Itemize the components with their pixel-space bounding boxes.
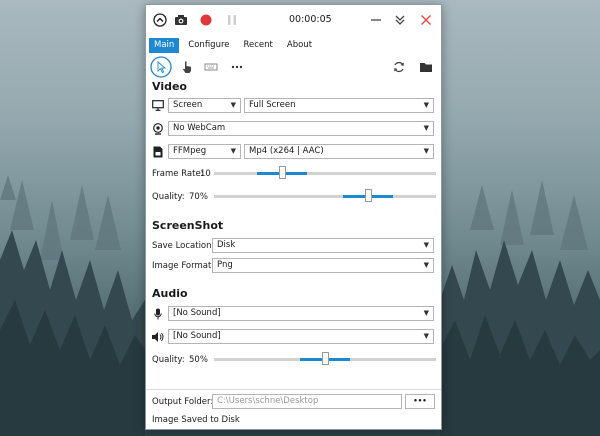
frame-rate-track bbox=[214, 172, 436, 175]
audio-quality-label: Quality: bbox=[152, 355, 185, 365]
collapse-icon[interactable] bbox=[392, 12, 408, 28]
microphone-select[interactable]: [No Sound] ▼ bbox=[168, 306, 434, 321]
video-heading: Video bbox=[152, 80, 187, 93]
video-source-value: Screen bbox=[173, 100, 203, 110]
chevron-down-icon: ▼ bbox=[230, 101, 236, 109]
recording-timer: 00:00:05 bbox=[289, 14, 332, 25]
tab-recent[interactable]: Recent bbox=[239, 38, 278, 53]
audio-quality-value: 50% bbox=[189, 355, 208, 365]
chevron-down-icon: ▼ bbox=[423, 124, 429, 132]
webcam-select[interactable]: No WebCam ▼ bbox=[168, 121, 434, 136]
chevron-down-icon: ▼ bbox=[423, 241, 429, 249]
more-icon[interactable] bbox=[230, 60, 244, 74]
speaker-value: [No Sound] bbox=[173, 331, 221, 341]
footer-divider bbox=[146, 389, 441, 390]
folder-icon[interactable] bbox=[419, 60, 433, 74]
save-location-label: Save Location: bbox=[152, 241, 215, 251]
image-format-label: Image Format: bbox=[152, 261, 215, 271]
click-icon[interactable] bbox=[180, 60, 194, 74]
menu-bar: Main Configure Recent About bbox=[149, 38, 321, 53]
toolbar bbox=[146, 55, 441, 81]
recorder-window: 00:00:05 Main Configure Recent About Vid… bbox=[145, 4, 442, 430]
image-format-select[interactable]: Png ▼ bbox=[212, 258, 434, 273]
chevron-down-icon: ▼ bbox=[423, 332, 429, 340]
tab-about[interactable]: About bbox=[282, 38, 317, 53]
camera-icon[interactable] bbox=[172, 12, 190, 28]
video-quality-slider[interactable] bbox=[214, 188, 436, 204]
tab-main[interactable]: Main bbox=[149, 38, 180, 53]
audio-heading: Audio bbox=[152, 287, 188, 300]
video-quality-track bbox=[214, 195, 436, 198]
keyboard-icon[interactable] bbox=[204, 62, 218, 72]
close-icon[interactable] bbox=[418, 12, 434, 28]
microphone-icon bbox=[154, 308, 162, 323]
file-icon bbox=[153, 146, 163, 161]
frame-rate-slider[interactable] bbox=[214, 165, 436, 181]
output-folder-value: C:\Users\schne\Desktop bbox=[217, 396, 319, 406]
save-location-select[interactable]: Disk ▼ bbox=[212, 238, 434, 253]
output-folder-label: Output Folder: bbox=[152, 397, 214, 407]
output-folder-field[interactable]: C:\Users\schne\Desktop bbox=[212, 394, 402, 409]
expand-up-icon[interactable] bbox=[152, 12, 168, 28]
cursor-icon[interactable] bbox=[150, 56, 172, 78]
video-quality-thumb[interactable] bbox=[365, 189, 372, 202]
video-codec-select[interactable]: Mp4 (x264 | AAC) ▼ bbox=[244, 144, 434, 159]
video-source-select[interactable]: Screen ▼ bbox=[168, 98, 241, 113]
microphone-value: [No Sound] bbox=[173, 308, 221, 318]
video-codec-value: Mp4 (x264 | AAC) bbox=[249, 146, 324, 156]
video-writer-value: FFMpeg bbox=[173, 146, 207, 156]
webcam-value: No WebCam bbox=[173, 123, 226, 133]
chevron-down-icon: ▼ bbox=[423, 261, 429, 269]
frame-rate-value: 10 bbox=[200, 169, 211, 179]
frame-rate-thumb[interactable] bbox=[279, 166, 286, 179]
video-quality-value: 70% bbox=[189, 192, 208, 202]
chevron-down-icon: ▼ bbox=[230, 147, 236, 155]
video-writer-select[interactable]: FFMpeg ▼ bbox=[168, 144, 241, 159]
chevron-down-icon: ▼ bbox=[423, 309, 429, 317]
save-location-value: Disk bbox=[217, 240, 236, 250]
audio-quality-thumb[interactable] bbox=[322, 352, 329, 365]
audio-quality-slider[interactable] bbox=[214, 351, 436, 367]
minimize-icon[interactable] bbox=[368, 12, 384, 28]
record-icon[interactable] bbox=[198, 12, 214, 28]
status-text: Image Saved to Disk bbox=[152, 415, 240, 425]
speaker-select[interactable]: [No Sound] ▼ bbox=[168, 329, 434, 344]
title-bar: 00:00:05 bbox=[146, 5, 441, 35]
chevron-down-icon: ▼ bbox=[423, 101, 429, 109]
webcam-icon bbox=[152, 123, 164, 138]
frame-rate-label: Frame Rate: bbox=[152, 169, 204, 179]
video-region-value: Full Screen bbox=[249, 100, 296, 110]
tab-configure[interactable]: Configure bbox=[183, 38, 234, 53]
browse-folder-button[interactable]: ••• bbox=[405, 394, 435, 409]
image-format-value: Png bbox=[217, 260, 233, 270]
monitor-icon bbox=[152, 100, 164, 114]
speaker-icon bbox=[151, 331, 164, 346]
video-quality-label: Quality: bbox=[152, 192, 185, 202]
chevron-down-icon: ▼ bbox=[423, 147, 429, 155]
screenshot-heading: ScreenShot bbox=[152, 219, 224, 232]
pause-icon[interactable] bbox=[224, 12, 240, 28]
video-region-select[interactable]: Full Screen ▼ bbox=[244, 98, 434, 113]
refresh-icon[interactable] bbox=[392, 60, 406, 74]
